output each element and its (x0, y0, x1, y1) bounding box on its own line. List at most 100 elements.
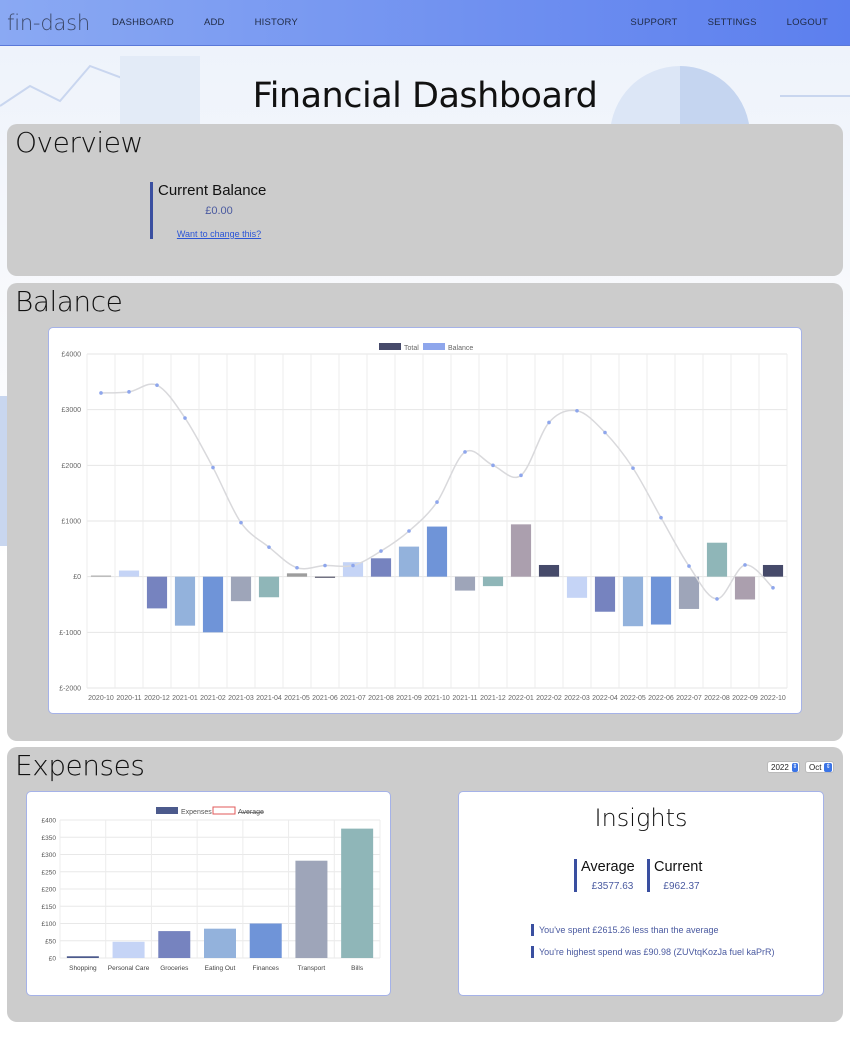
page-title: Financial Dashboard (252, 76, 598, 116)
total-point (547, 420, 551, 425)
expense-bar (112, 941, 145, 958)
year-select[interactable]: 2022 ⇕ (767, 761, 800, 773)
expense-bar (158, 931, 191, 958)
x-tick-label: 2022-03 (564, 695, 590, 702)
balance-bar (510, 524, 532, 577)
total-point (351, 563, 355, 568)
x-tick-label: Eating Out (205, 965, 236, 972)
balance-bar (370, 558, 392, 577)
balance-bar (398, 546, 420, 577)
balance-card: Balance Total Balance £4000 £3000 £2000 £1000… (7, 283, 843, 741)
total-point (743, 563, 747, 567)
average-label: Average (581, 859, 635, 875)
top-navbar: fin-dash DASHBOARD ADD HISTORY SUPPORT S… (0, 0, 850, 46)
overview-card: Overview Current Balance £0.00 Want to c… (7, 124, 843, 276)
balance-bar (706, 542, 728, 577)
x-tick-label: Shopping (69, 965, 97, 972)
brand-logo[interactable]: fin-dash (7, 11, 90, 35)
x-tick-label: 2021-05 (284, 695, 310, 702)
total-point (155, 383, 159, 387)
x-tick-label: 2022-01 (508, 695, 534, 702)
x-tick-label: 2022-07 (676, 695, 702, 702)
x-tick-label: 2022-08 (704, 695, 730, 702)
total-point (435, 500, 439, 504)
nav-right-group: SUPPORT SETTINGS LOGOUT (630, 17, 850, 28)
expenses-title: Expenses (15, 749, 145, 782)
select-chevron-icon: ⇕ (791, 762, 798, 772)
insights-title: Insights (594, 804, 688, 832)
x-tick-label: Bills (351, 965, 364, 972)
current-label: Current (654, 859, 703, 875)
current-balance-block: Current Balance £0.00 Want to change thi… (150, 182, 280, 239)
x-tick-label: 2022-06 (648, 695, 674, 702)
balance-bar (174, 576, 196, 626)
balance-bar (594, 576, 616, 612)
y-tick-label: £-2000 (59, 686, 81, 693)
expenses-period-selects: 2022 ⇕ Oct ⇕ (767, 761, 834, 773)
balance-bar (454, 576, 476, 591)
legend-swatch-average (212, 806, 236, 815)
balance-bar (482, 576, 504, 587)
total-point (715, 597, 719, 601)
x-tick-label: Groceries (160, 965, 189, 972)
x-tick-label: 2022-02 (536, 695, 562, 702)
insights-panel: Insights Average £3577.63 Current £962.3… (458, 791, 824, 996)
current-value: £962.37 (663, 881, 700, 892)
nav-dashboard[interactable]: DASHBOARD (112, 17, 174, 28)
average-value: £3577.63 (591, 881, 634, 892)
legend-swatch-total (379, 343, 401, 350)
total-point (631, 466, 635, 470)
balance-bar (258, 576, 280, 598)
current-stat: Current £962.37 (647, 859, 709, 892)
x-tick-label: 2021-04 (256, 695, 282, 702)
total-point (99, 391, 103, 395)
expenses-chart: Expenses Average £400 £350 £300 £250 £200 £150 £… (42, 806, 381, 972)
y-tick-label: £300 (42, 852, 57, 859)
y-tick-label: £2000 (62, 463, 82, 470)
nav-add[interactable]: ADD (204, 17, 225, 28)
y-tick-label: £200 (42, 887, 57, 894)
expense-bar (66, 956, 99, 958)
total-point (603, 430, 607, 435)
total-point (407, 529, 411, 533)
y-tick-label: £-1000 (59, 630, 81, 637)
nav-history[interactable]: HISTORY (255, 17, 298, 28)
change-balance-link[interactable]: Want to change this? (158, 229, 280, 239)
y-tick-label: £0 (73, 574, 81, 581)
nav-settings[interactable]: SETTINGS (708, 17, 757, 28)
total-point (519, 473, 523, 478)
balance-bar (678, 576, 700, 609)
y-tick-label: £400 (42, 818, 57, 825)
x-tick-label: 2022-05 (620, 695, 646, 702)
x-tick-label: 2020-11 (116, 695, 141, 702)
y-tick-label: £150 (42, 904, 57, 911)
x-tick-label: Personal Care (108, 965, 150, 972)
x-tick-label: 2021-03 (228, 695, 254, 702)
x-tick-label: 2020-12 (144, 695, 170, 702)
total-point (267, 545, 271, 549)
balance-bar (118, 570, 140, 577)
total-point (127, 390, 131, 394)
select-chevron-icon: ⇕ (824, 762, 832, 772)
x-tick-label: 2022-10 (760, 695, 786, 702)
y-tick-label: £4000 (62, 352, 82, 359)
x-tick-label: 2021-06 (312, 695, 338, 702)
x-tick-label: Transport (298, 965, 326, 972)
total-point (295, 565, 299, 570)
balance-title: Balance (15, 285, 123, 318)
x-tick-label: Finances (253, 965, 280, 972)
average-stat: Average £3577.63 (574, 859, 644, 892)
month-select[interactable]: Oct ⇕ (805, 761, 834, 773)
balance-bar (426, 526, 448, 577)
legend-label-average: Average (238, 809, 264, 816)
current-balance-label: Current Balance (158, 182, 267, 199)
x-tick-label: 2022-04 (592, 695, 618, 702)
x-tick-label: 2022-09 (732, 695, 758, 702)
x-tick-label: 2021-09 (396, 695, 422, 702)
nav-support[interactable]: SUPPORT (630, 17, 677, 28)
x-tick-label: 2021-02 (200, 695, 226, 702)
nav-logout[interactable]: LOGOUT (787, 17, 828, 28)
legend-swatch-expenses (156, 807, 178, 814)
balance-bar (202, 576, 224, 633)
x-tick-label: 2021-12 (480, 695, 506, 702)
